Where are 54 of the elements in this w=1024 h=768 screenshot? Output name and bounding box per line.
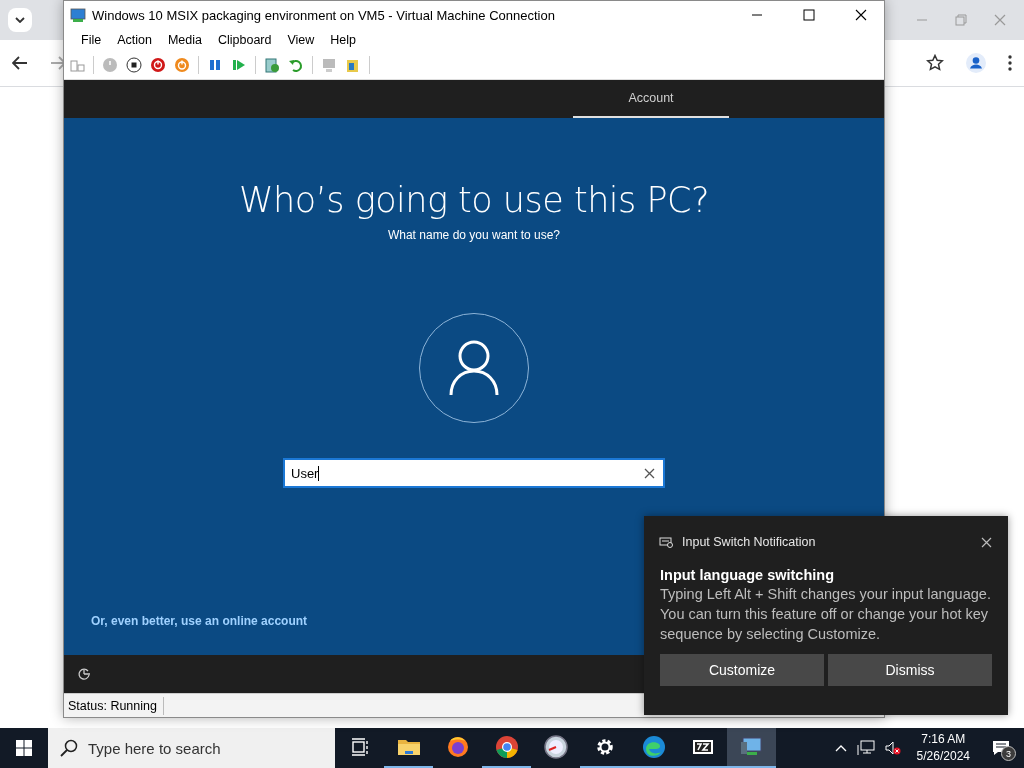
- menu-item[interactable]: Media: [159, 31, 210, 49]
- document-icon[interactable]: [345, 57, 361, 73]
- menu-item[interactable]: File: [73, 31, 110, 49]
- menu-item[interactable]: Clipboard: [209, 31, 280, 49]
- window-title: Windows 10 MSIX packaging environment on VM5 - Virtual Machine Connection: [92, 7, 556, 23]
- play-icon[interactable]: [231, 57, 247, 73]
- notification-button[interactable]: Customize: [660, 654, 824, 686]
- gauge-icon: [541, 733, 570, 761]
- menu-item[interactable]: Action: [109, 31, 160, 49]
- more-menu-icon[interactable]: [1008, 55, 1012, 71]
- search-placeholder: Type here to search: [88, 739, 221, 757]
- muted-speaker-icon[interactable]: [884, 741, 901, 755]
- status-text: Status: Running: [64, 696, 164, 715]
- action-center-button[interactable]: 3: [986, 733, 1016, 763]
- clear-icon[interactable]: [644, 467, 655, 479]
- close-icon: [855, 9, 867, 21]
- keyboard-icon: [659, 536, 673, 548]
- page-heading: Who’s going to use this PC?: [238, 180, 710, 220]
- clock[interactable]: 7:16 AM 5/26/2024: [916, 731, 970, 765]
- revert-icon[interactable]: [288, 57, 304, 73]
- search-field[interactable]: Type here to search: [48, 728, 335, 768]
- person-icon: [449, 340, 499, 396]
- search-icon: [60, 739, 78, 757]
- back-arrow-icon[interactable]: [12, 56, 28, 70]
- profile-icon[interactable]: [966, 53, 986, 73]
- setup-tab[interactable]: Account: [573, 80, 729, 118]
- windows-logo-icon: [16, 740, 32, 756]
- stop-icon[interactable]: [126, 57, 142, 73]
- notification-message: Typing Left Alt + Shift changes your input language. You can turn this feature off or change your hot key sequence by selecting Customize.: [660, 585, 992, 644]
- tab-search-button[interactable]: [8, 8, 32, 32]
- chevron-down-icon: [15, 17, 25, 23]
- page-subheading: What name do you want to use?: [387, 228, 561, 242]
- star-icon[interactable]: [926, 54, 944, 72]
- notification-count: 3: [1001, 746, 1016, 761]
- clock-time: 7:16 AM: [921, 731, 966, 748]
- name-input-field[interactable]: User: [283, 458, 665, 488]
- notification-app-name: Input Switch Notification: [682, 535, 817, 549]
- chevron-up-icon[interactable]: [834, 744, 847, 752]
- ease-of-access-icon[interactable]: [77, 667, 91, 681]
- menu-item[interactable]: View: [279, 31, 323, 49]
- online-account-link[interactable]: Or, even better, use an online account: [91, 614, 308, 628]
- menu-item[interactable]: Help: [322, 31, 365, 49]
- clock-date: 5/26/2024: [916, 748, 970, 765]
- notification-title: Input language switching: [660, 567, 835, 583]
- forward-arrow-icon[interactable]: [50, 56, 66, 70]
- network-icon[interactable]: [856, 740, 875, 756]
- monitor-icon: [70, 7, 86, 23]
- close-icon[interactable]: [981, 536, 992, 548]
- maximize-icon: [803, 9, 815, 21]
- checkpoint-icon[interactable]: [264, 57, 280, 73]
- notification-button[interactable]: Dismiss: [828, 654, 992, 686]
- task-view-icon: [350, 738, 369, 756]
- pause-icon[interactable]: [207, 57, 223, 73]
- shutdown-icon[interactable]: [150, 57, 166, 73]
